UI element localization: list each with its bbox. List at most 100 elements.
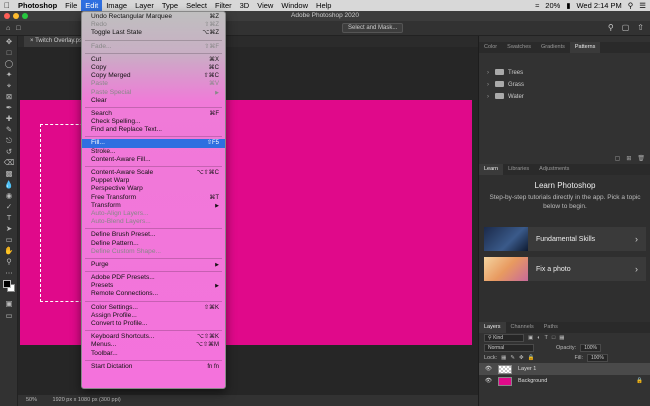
opacity-input[interactable]: 100% [580, 344, 601, 352]
gradient-tool-icon[interactable]: ▩ [0, 168, 18, 179]
blur-tool-icon[interactable]: 💧 [0, 179, 18, 190]
filter-adjustment-icon[interactable]: ◐ [537, 335, 540, 341]
pattern-folder-grass[interactable]: › Grass [479, 79, 650, 91]
chevron-right-icon[interactable]: › [487, 79, 495, 91]
type-tool-icon[interactable]: T [0, 212, 18, 223]
menu-item-define-brush-preset[interactable]: Define Brush Preset... [82, 231, 225, 239]
zoom-window-button[interactable] [22, 13, 28, 19]
lasso-tool-icon[interactable]: ◯ [0, 58, 18, 69]
lock-icon[interactable]: 🔒 [636, 378, 643, 384]
tab-learn[interactable]: Learn [479, 164, 504, 175]
blend-mode-select[interactable]: Normal [484, 344, 534, 352]
menu-item-undo-rectangular-marquee[interactable]: Undo Rectangular Marquee ⌘Z [82, 13, 225, 21]
zoom-level[interactable]: 50% [26, 397, 37, 403]
wifi-icon[interactable]: ≈ [535, 1, 539, 10]
menu-item-content-aware-fill[interactable]: Content-Aware Fill... [82, 156, 225, 164]
home-icon[interactable]: ⌂ [6, 25, 10, 32]
tab-channels[interactable]: Channels [506, 322, 539, 333]
quick-select-tool-icon[interactable]: ✦ [0, 69, 18, 80]
select-and-mask-button[interactable]: Select and Mask... [342, 23, 404, 33]
menu-filter[interactable]: Filter [211, 0, 236, 11]
menu-item-remote-connections[interactable]: Remote Connections... [82, 290, 225, 298]
menu-item-puppet-warp[interactable]: Puppet Warp [82, 177, 225, 185]
menu-item-find-and-replace-text[interactable]: Find and Replace Text... [82, 126, 225, 134]
search-icon[interactable]: ⚲ [628, 1, 634, 10]
menu-help[interactable]: Help [312, 0, 335, 11]
layer-row-layer-1[interactable]: 👁 Layer 1 [479, 363, 650, 375]
clock[interactable]: Wed 2:14 PM [576, 1, 621, 10]
menu-item-menus[interactable]: Menus... ⌥⇧⌘M [82, 341, 225, 349]
layer-name[interactable]: Layer 1 [518, 366, 536, 372]
menu-item-keyboard-shortcuts[interactable]: Keyboard Shortcuts... ⌥⇧⌘K [82, 333, 225, 341]
zoom-tool-icon[interactable]: ⚲ [0, 256, 18, 267]
tab-libraries[interactable]: Libraries [503, 164, 534, 175]
menu-item-check-spelling[interactable]: Check Spelling... [82, 118, 225, 126]
filter-pixel-icon[interactable]: ▣ [528, 335, 533, 341]
history-brush-tool-icon[interactable]: ↺ [0, 146, 18, 157]
learn-card-fix-a-photo[interactable]: Fix a photo › [484, 257, 646, 281]
pen-tool-icon[interactable]: ✓ [0, 201, 18, 212]
lock-position-icon[interactable]: ✥ [519, 355, 524, 361]
menu-item-start-dictation[interactable]: Start Dictation fn fn [82, 363, 225, 371]
menu-image[interactable]: Image [102, 0, 131, 11]
eyedropper-tool-icon[interactable]: ✒ [0, 102, 18, 113]
menu-item-assign-profile[interactable]: Assign Profile... [82, 312, 225, 320]
brush-tool-icon[interactable]: ✎ [0, 124, 18, 135]
frame-tool-icon[interactable]: ⊠ [0, 91, 18, 102]
search-icon[interactable]: ⚲ [608, 23, 614, 32]
shape-tool-icon[interactable]: ▭ [0, 234, 18, 245]
lock-paint-icon[interactable]: ✎ [510, 355, 515, 361]
lock-all-icon[interactable]: 🔒 [528, 355, 535, 361]
eye-icon[interactable]: 👁 [485, 366, 492, 372]
dodge-tool-icon[interactable]: ◉ [0, 190, 18, 201]
menu-type[interactable]: Type [158, 0, 182, 11]
eye-icon[interactable]: 👁 [485, 378, 492, 384]
new-group-icon[interactable]: ▢ [615, 155, 621, 162]
menu-item-toggle-last-state[interactable]: Toggle Last State ⌥⌘Z [82, 29, 225, 37]
menu-item-toolbar[interactable]: Toolbar... [82, 350, 225, 358]
pattern-folder-water[interactable]: › Water [479, 91, 650, 103]
tab-patterns[interactable]: Patterns [569, 42, 601, 53]
filter-smart-icon[interactable]: ▦ [559, 335, 564, 341]
lock-pixels-icon[interactable]: ▦ [501, 355, 506, 361]
menu-item-convert-to-profile[interactable]: Convert to Profile... [82, 320, 225, 328]
menu-item-search[interactable]: Search ⌘F [82, 110, 225, 118]
hand-tool-icon[interactable]: ✋ [0, 245, 18, 256]
menu-item-fill[interactable]: Fill... ⇧F5 [82, 139, 225, 148]
chevron-right-icon[interactable]: › [487, 67, 495, 79]
marquee-tool-icon[interactable]: □ [0, 47, 18, 58]
layer-row-background[interactable]: 👁 Background 🔒 [479, 375, 650, 387]
menu-item-copy-merged[interactable]: Copy Merged ⇧⌘C [82, 72, 225, 80]
tab-adjustments[interactable]: Adjustments [534, 164, 574, 175]
crop-tool-icon[interactable]: ⌖ [0, 80, 18, 91]
menu-item-define-pattern[interactable]: Define Pattern... [82, 240, 225, 248]
menu-item-perspective-warp[interactable]: Perspective Warp [82, 185, 225, 193]
menu-item-copy[interactable]: Copy ⌘C [82, 64, 225, 72]
screen-mode-icon[interactable]: ▭ [0, 310, 18, 321]
stamp-tool-icon[interactable]: ⎋ [0, 135, 18, 146]
tab-swatches[interactable]: Swatches [502, 42, 536, 53]
layer-filter-select[interactable]: ⚲ Kind [484, 334, 524, 342]
menu-item-cut[interactable]: Cut ⌘X [82, 56, 225, 64]
new-pattern-icon[interactable]: ⊞ [626, 155, 631, 162]
minimize-window-button[interactable] [13, 13, 19, 19]
menu-view[interactable]: View [253, 0, 277, 11]
share-icon[interactable]: ⇧ [637, 23, 644, 32]
eraser-tool-icon[interactable]: ⌫ [0, 157, 18, 168]
healing-brush-tool-icon[interactable]: ✚ [0, 113, 18, 124]
menu-window[interactable]: Window [277, 0, 312, 11]
menu-item-presets[interactable]: Presets ▶ [82, 282, 225, 290]
menu-item-free-transform[interactable]: Free Transform ⌘T [82, 194, 225, 202]
menu-photoshop[interactable]: Photoshop [14, 0, 61, 11]
menu-edit[interactable]: Edit [81, 0, 103, 11]
control-center-icon[interactable]: ☰ [639, 1, 646, 10]
pattern-folder-trees[interactable]: › Trees [479, 67, 650, 79]
foreground-color-swatch[interactable] [3, 280, 11, 288]
menu-item-color-settings[interactable]: Color Settings... ⇧⌘K [82, 304, 225, 312]
chevron-right-icon[interactable]: › [487, 91, 495, 103]
menu-file[interactable]: File [61, 0, 81, 11]
apple-icon[interactable]:  [0, 1, 14, 10]
path-selection-tool-icon[interactable]: ➤ [0, 223, 18, 234]
tab-color[interactable]: Color [479, 42, 502, 53]
document-size[interactable]: 1920 px x 1080 px (300 ppi) [53, 397, 121, 403]
